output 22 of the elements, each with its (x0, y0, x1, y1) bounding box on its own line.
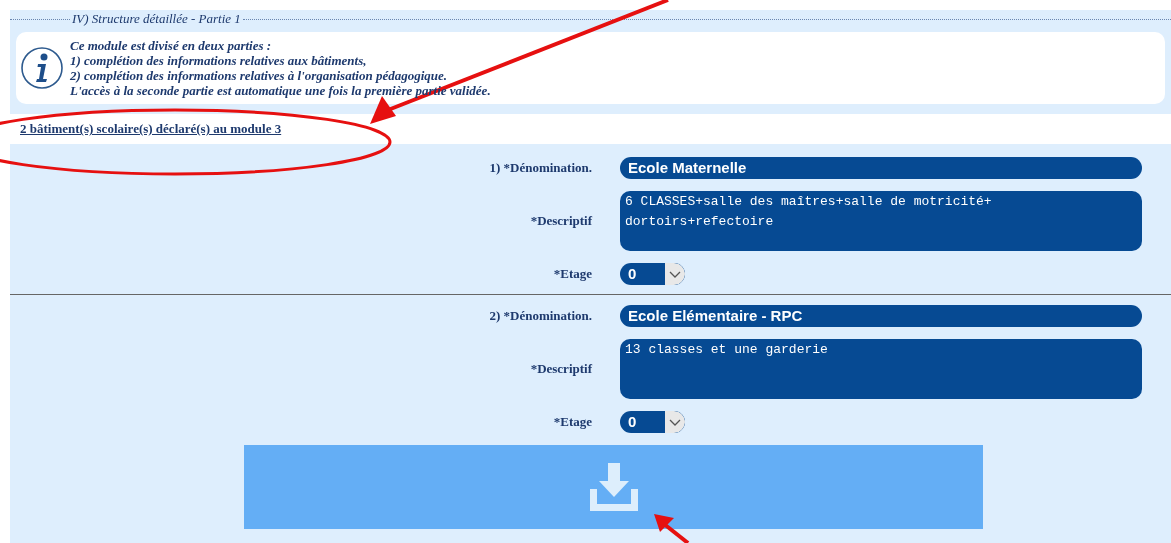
floor-select[interactable]: 0 (620, 411, 685, 433)
annotation-arrow (652, 512, 692, 543)
field-label: *Descriptif (529, 212, 593, 231)
field-label: *Etage (552, 413, 593, 432)
section-legend: IV) Structure détaillée - Partie 1 (70, 9, 243, 29)
info-text: 2) complétion des informations relatives à l'organisation pédagogique. (70, 68, 448, 83)
description-field[interactable]: 6 CLASSES+salle des maîtres+salle de motricité+ dortoirs+refectoire (620, 191, 1142, 251)
name-field[interactable]: Ecole Maternelle (620, 157, 1142, 179)
download-button[interactable] (244, 445, 983, 529)
field-label: 2) *Dénomination. (488, 307, 593, 326)
floor-select[interactable]: 0 (620, 263, 685, 285)
name-field[interactable]: Ecole Elémentaire - RPC (620, 305, 1142, 327)
info-text: 1) complétion des informations relatives aux bâtiments, (70, 53, 368, 68)
chevron-down-icon (665, 411, 685, 433)
field-label: *Etage (552, 265, 593, 284)
field-label: *Descriptif (529, 360, 593, 379)
buildings-link[interactable]: 2 bâtiment(s) scolaire(s) déclaré(s) au module 3 (20, 119, 282, 139)
info-icon (20, 46, 64, 90)
info-text: Ce module est divisé en deux parties : (70, 38, 273, 53)
field-label: 1) *Dénomination. (488, 159, 593, 178)
chevron-down-icon (665, 263, 685, 285)
description-field[interactable]: 13 classes et une garderie (620, 339, 1142, 399)
